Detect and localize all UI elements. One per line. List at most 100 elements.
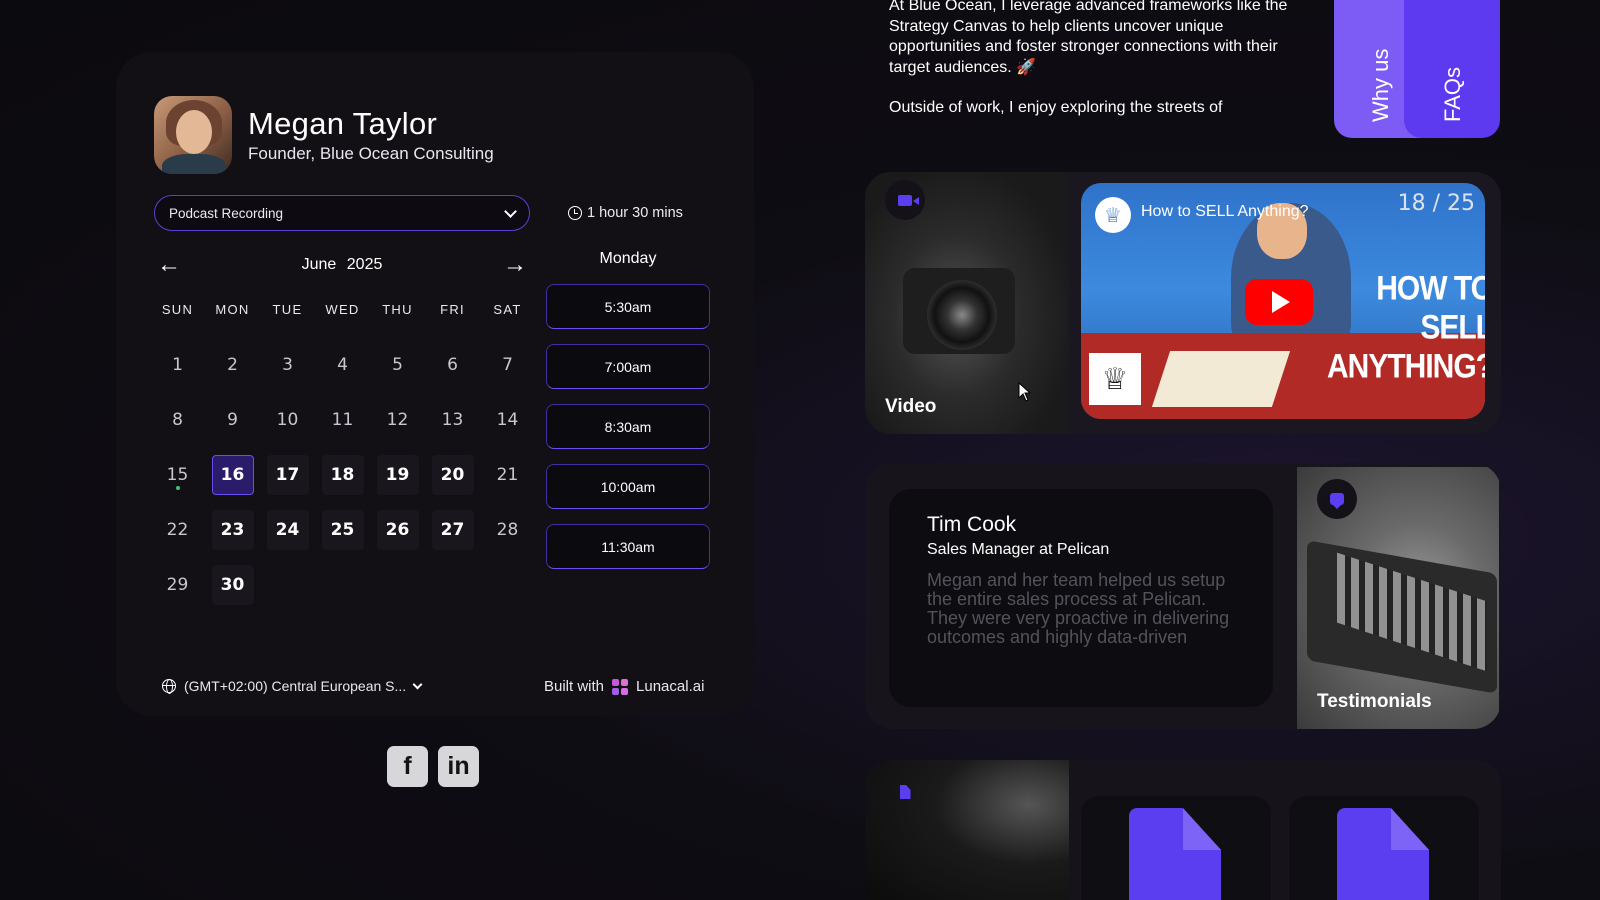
calendar-day: 3 — [260, 337, 315, 392]
prev-month-arrow-icon[interactable]: ← — [154, 253, 184, 277]
weekday-header: SUN MON TUE WED THU FRI SAT — [150, 302, 535, 317]
month-label: June 2025 — [302, 256, 383, 274]
documents-badge — [885, 772, 925, 812]
testimonial-author: Tim Cook — [927, 513, 1017, 536]
timezone-select[interactable]: (GMT+02:00) Central European S... — [162, 678, 423, 694]
play-button-icon[interactable] — [1245, 279, 1313, 325]
calendar-day-number: 28 — [496, 519, 519, 540]
calendar-day-number: 19 — [376, 454, 419, 495]
calendar-day-number: 24 — [266, 509, 309, 550]
calendar-day: 7 — [480, 337, 535, 392]
youtube-embed[interactable]: ♕ How to SELL Anything? 18 / 25 HOW TO S… — [1081, 183, 1485, 419]
time-slot-button[interactable]: 5:30am — [546, 284, 710, 329]
calendar-day: 28 — [480, 502, 535, 557]
calendar-day[interactable]: 24 — [260, 502, 315, 557]
calendar-day: 9 — [205, 392, 260, 447]
calendar-day[interactable]: 27 — [425, 502, 480, 557]
calendar-day-number: 3 — [282, 354, 293, 375]
duration-label: 1 hour 30 mins — [568, 195, 683, 231]
about-paragraph: At Blue Ocean, I leverage advanced frame… — [889, 0, 1288, 76]
calendar-day-number: 5 — [392, 354, 403, 375]
testimonials-caption: Testimonials — [1317, 691, 1432, 712]
built-with-prefix: Built with — [544, 678, 605, 695]
crown-icon: ♕ — [1095, 197, 1131, 233]
weekday-label: SUN — [161, 302, 194, 317]
weekday-label: SAT — [493, 302, 522, 317]
youtube-headline: HOW TO SELL ANYTHING? — [1327, 269, 1485, 386]
mouse-cursor-icon — [1018, 382, 1032, 402]
social-links: f in — [387, 746, 479, 787]
calendar-day-number: 1 — [172, 354, 183, 375]
calendar-day-number: 23 — [211, 509, 254, 550]
calendar-day[interactable]: 16 — [205, 447, 260, 502]
calendar-day[interactable]: 20 — [425, 447, 480, 502]
built-with-link[interactable]: Built with Lunacal.ai — [544, 678, 704, 695]
built-with-brand: Lunacal.ai — [636, 678, 705, 695]
time-slot-button[interactable]: 10:00am — [546, 464, 710, 509]
documents-section — [865, 760, 1501, 900]
calendar-day: 6 — [425, 337, 480, 392]
calendar-day[interactable]: 25 — [315, 502, 370, 557]
time-slot-button[interactable]: 7:00am — [546, 344, 710, 389]
avatar — [154, 96, 232, 174]
weekday-label: FRI — [440, 302, 465, 317]
testimonial-badge — [1317, 479, 1357, 519]
month-year: 2025 — [346, 256, 383, 273]
calendar-day-number: 8 — [172, 409, 183, 430]
calendar-day-number: 11 — [331, 409, 354, 430]
facebook-icon[interactable]: f — [387, 746, 428, 787]
calendar-day: 4 — [315, 337, 370, 392]
calendar-day-number: 17 — [266, 454, 309, 495]
calendar-day: 14 — [480, 392, 535, 447]
video-badge — [885, 180, 925, 220]
calendar-day-number: 16 — [211, 454, 254, 495]
profile-name: Megan Taylor — [248, 106, 438, 141]
calendar-day-number: 21 — [496, 464, 519, 485]
calendar-day-number: 6 — [447, 354, 458, 375]
calendar-day: 15 — [150, 447, 205, 502]
month-name: June — [301, 256, 337, 273]
side-tabs: Why us FAQs — [1334, 0, 1500, 138]
video-thumbnail[interactable]: Video — [865, 172, 1069, 434]
document-tile[interactable] — [1081, 796, 1271, 900]
calendar-day[interactable]: 19 — [370, 447, 425, 502]
chat-bubble-icon — [1330, 493, 1344, 509]
chevron-down-icon — [504, 204, 517, 218]
tab-faqs[interactable]: FAQs — [1404, 0, 1500, 138]
linkedin-icon[interactable]: in — [438, 746, 479, 787]
event-type-select[interactable]: Podcast Recording — [154, 195, 530, 231]
youtube-title[interactable]: How to SELL Anything? — [1141, 203, 1309, 221]
timezone-value: (GMT+02:00) Central European S... — [184, 678, 407, 694]
about-text: At Blue Ocean, I leverage advanced frame… — [889, 0, 1299, 119]
calendar-day[interactable]: 30 — [205, 557, 260, 612]
youtube-headline-line: ANYTHING? — [1327, 347, 1485, 386]
testimonial-section: Tim Cook Sales Manager at Pelican Megan … — [865, 463, 1501, 729]
weekday-label: THU — [382, 302, 413, 317]
profile-header: Megan Taylor Founder, Blue Ocean Consult… — [154, 96, 494, 174]
time-slot-button[interactable]: 8:30am — [546, 404, 710, 449]
youtube-headline-line: HOW TO SELL — [1376, 269, 1485, 347]
crown-logo-icon: ♕ — [1089, 353, 1141, 405]
selected-weekday: Monday — [599, 250, 657, 267]
calendar-day-number: 12 — [386, 409, 409, 430]
time-slot-button[interactable]: 11:30am — [546, 524, 710, 569]
calendar-day: 22 — [150, 502, 205, 557]
calendar-days-grid: 1 2 3 4 5 6 7 8 9 10 11 12 13 14 15 16 17 18 19 20 21 22 23 24 2… — [150, 337, 535, 612]
calendar-day[interactable]: 26 — [370, 502, 425, 557]
camera-lens-image — [927, 280, 997, 350]
document-tile[interactable] — [1289, 796, 1479, 900]
illustration-paper — [1151, 351, 1291, 407]
calendar-day-number: 22 — [166, 519, 189, 540]
calendar-day[interactable]: 23 — [205, 502, 260, 557]
calendar-day-number: 20 — [431, 454, 474, 495]
documents-thumbnail[interactable] — [865, 760, 1069, 900]
next-month-arrow-icon[interactable]: → — [500, 253, 530, 277]
testimonials-thumbnail[interactable]: Testimonials — [1297, 467, 1499, 729]
lunacal-logo-icon — [612, 678, 629, 695]
calendar-day[interactable]: 18 — [315, 447, 370, 502]
calendar-day: 2 — [205, 337, 260, 392]
calendar-day[interactable]: 17 — [260, 447, 315, 502]
profile-role: Founder, Blue Ocean Consulting — [248, 144, 494, 163]
tab-faqs-label: FAQs — [1440, 66, 1465, 122]
calendar-day-number: 15 — [166, 464, 189, 485]
